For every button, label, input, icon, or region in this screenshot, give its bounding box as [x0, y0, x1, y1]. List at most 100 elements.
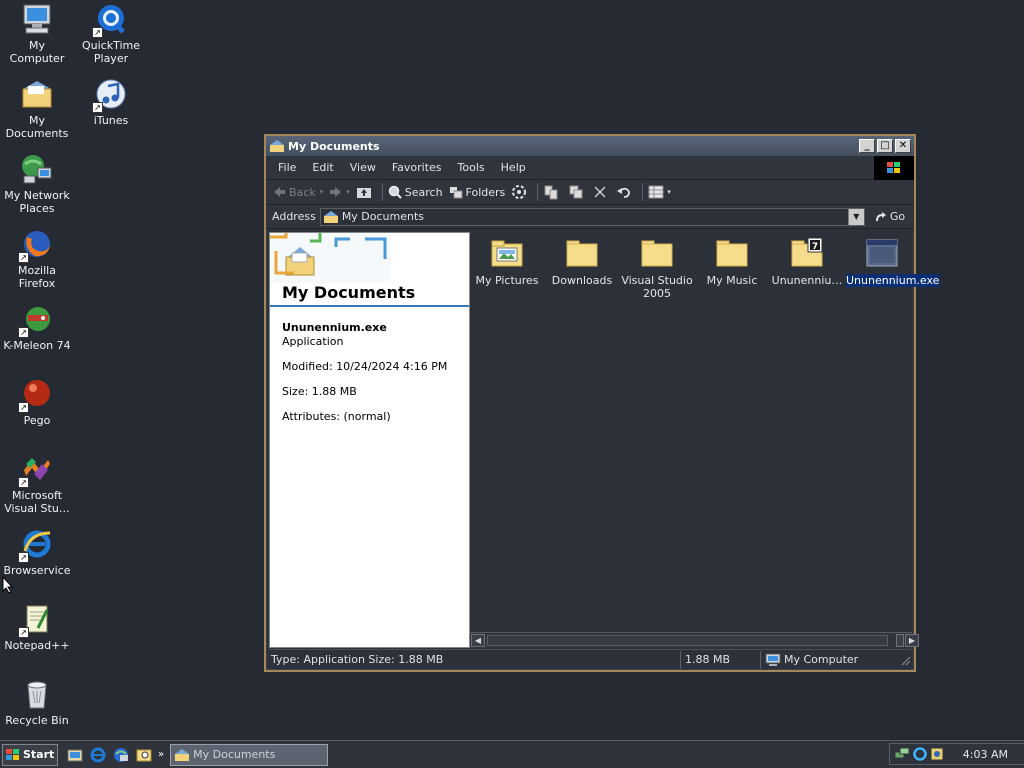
move-to-button[interactable] [543, 184, 562, 200]
file-item-label: Ununennium.exe [846, 274, 940, 287]
internet-explorer-icon[interactable] [89, 746, 107, 764]
desktop-icon-recycle-bin[interactable]: Recycle Bin [0, 677, 74, 727]
folder-search-icon[interactable] [135, 746, 153, 764]
itunes-tray-icon[interactable] [930, 747, 944, 761]
file-item-ununennium-folder[interactable]: 7 Ununenniu… [771, 237, 843, 287]
desktop-icon-notepad-plus-plus[interactable]: ↗ Notepad++ [0, 602, 74, 652]
search-button[interactable]: Search [388, 185, 443, 199]
shortcut-arrow-icon: ↗ [18, 552, 29, 563]
details-title: My Documents [282, 283, 416, 302]
folders-button[interactable]: Folders [449, 185, 505, 199]
status-bar: Type: Application Size: 1.88 MB 1.88 MB … [269, 649, 911, 669]
firefox-icon: ↗ [18, 227, 54, 263]
quick-launch-overflow-icon[interactable]: » [158, 749, 164, 760]
undo-icon [617, 187, 631, 198]
k-meleon-icon: ↗ [18, 302, 54, 338]
minimize-button[interactable]: _ [859, 139, 875, 153]
shortcut-arrow-icon: ↗ [18, 627, 29, 638]
shortcut-arrow-icon: ↗ [18, 327, 29, 338]
menu-favorites[interactable]: Favorites [384, 161, 450, 174]
menu-edit[interactable]: Edit [304, 161, 341, 174]
desktop-icon-network-places[interactable]: My Network Places [0, 152, 74, 215]
maximize-button[interactable]: □ [877, 139, 893, 153]
back-button[interactable]: Back ▾ [272, 185, 323, 199]
desktop-icon-firefox[interactable]: ↗ Mozilla Firefox [0, 227, 74, 290]
shortcut-arrow-icon: ↗ [92, 102, 103, 113]
move-to-icon [544, 185, 558, 200]
desktop-icon-itunes[interactable]: ↗ iTunes [74, 77, 148, 127]
visual-studio-icon: ↗ [18, 452, 54, 488]
address-value: My Documents [341, 210, 425, 223]
clock[interactable]: 4:03 AM [963, 748, 1008, 761]
file-item-visual-studio-2005[interactable]: Visual Studio 2005 [621, 238, 693, 300]
file-item-label: My Pictures [475, 274, 539, 287]
pictures-folder-icon [490, 238, 524, 270]
desktop-icon-pego[interactable]: ↗ Pego [0, 377, 74, 427]
go-button[interactable]: Go [873, 210, 905, 223]
resize-grip-icon[interactable] [899, 654, 911, 666]
toolbar-separator [642, 183, 644, 201]
scroll-right-button[interactable]: ▶ [905, 634, 919, 647]
taskbar-button-my-documents[interactable]: My Documents [170, 743, 329, 766]
scrollbar-thumb-end[interactable] [896, 634, 904, 647]
close-button[interactable]: ✕ [895, 139, 911, 153]
forward-arrow-icon [330, 187, 342, 197]
address-dropdown-button[interactable]: ▼ [847, 208, 864, 225]
explorer-window: My Documents _ □ ✕ File Edit View Favori… [264, 134, 940, 672]
scroll-left-button[interactable]: ◀ [471, 634, 485, 647]
show-desktop-icon[interactable] [66, 746, 84, 764]
views-button[interactable]: ▾ [648, 185, 671, 199]
network-places-icon [20, 152, 54, 186]
scrollbar-thumb[interactable] [487, 635, 888, 646]
file-item-ununennium-exe[interactable]: Ununennium.exe [846, 238, 940, 287]
menu-help[interactable]: Help [493, 161, 534, 174]
menu-file[interactable]: File [270, 161, 304, 174]
search-icon [388, 185, 402, 199]
copy-to-button[interactable] [568, 184, 587, 200]
internet-explorer-icon: ↗ [18, 527, 54, 563]
window-titlebar[interactable]: My Documents _ □ ✕ [266, 136, 914, 156]
toolbar-separator [537, 183, 539, 201]
undo-button[interactable] [616, 185, 635, 199]
details-pane: My Documents Ununennium.exe Application … [269, 232, 470, 648]
search-label: Search [404, 185, 443, 199]
file-item-my-music[interactable]: My Music [696, 238, 768, 287]
quicktime-tray-icon[interactable] [913, 747, 927, 761]
horizontal-scrollbar[interactable]: ◀ ▶ [470, 632, 919, 648]
start-label: Start [23, 748, 55, 761]
back-label: Back [289, 185, 316, 199]
desktop-icon-visual-studio[interactable]: ↗ Microsoft Visual Stu… [0, 452, 74, 515]
file-item-label: Ununenniu… [771, 274, 843, 287]
menu-tools[interactable]: Tools [450, 161, 493, 174]
network-tray-icon[interactable] [894, 746, 910, 762]
desktop-icon-label: Notepad++ [4, 639, 70, 652]
up-folder-button[interactable] [356, 185, 375, 199]
address-bar: Address My Documents ▼ Go [266, 205, 914, 229]
windows-explorer-icon[interactable] [112, 746, 130, 764]
desktop-icon-quicktime[interactable]: ↗ QuickTime Player [74, 2, 148, 65]
file-item-downloads[interactable]: Downloads [546, 238, 618, 287]
my-documents-folder-icon [270, 140, 284, 152]
notepad-plus-plus-icon: ↗ [18, 602, 54, 638]
desktop-icon-browservice[interactable]: ↗ Browservice [0, 527, 74, 577]
forward-button[interactable]: ▾ [329, 185, 350, 199]
folder-icon [640, 238, 674, 270]
shortcut-arrow-icon: ↗ [18, 402, 29, 413]
file-list: My Pictures Downloads Visual Studio 2005… [470, 232, 940, 648]
quicktime-icon: ↗ [92, 2, 128, 38]
desktop-icon-label: Mozilla Firefox [18, 264, 56, 290]
status-size: 1.88 MB [681, 650, 761, 669]
details-modified: Modified: 10/24/2024 4:16 PM [282, 360, 448, 373]
status-description: Type: Application Size: 1.88 MB [269, 650, 681, 669]
sync-button[interactable] [511, 184, 530, 200]
desktop-icon-k-meleon[interactable]: ↗ K-Meleon 74 [0, 302, 74, 352]
delete-button[interactable] [593, 185, 610, 199]
menu-view[interactable]: View [342, 161, 384, 174]
address-field[interactable]: My Documents ▼ [319, 207, 865, 226]
desktop-icon-my-computer[interactable]: My Computer [0, 2, 74, 65]
my-documents-folder-icon [175, 748, 190, 761]
start-button[interactable]: Start [2, 743, 58, 766]
desktop-icon-my-documents[interactable]: My Documents [0, 77, 74, 140]
my-documents-folder-icon [323, 210, 338, 223]
file-item-my-pictures[interactable]: My Pictures [471, 238, 543, 287]
